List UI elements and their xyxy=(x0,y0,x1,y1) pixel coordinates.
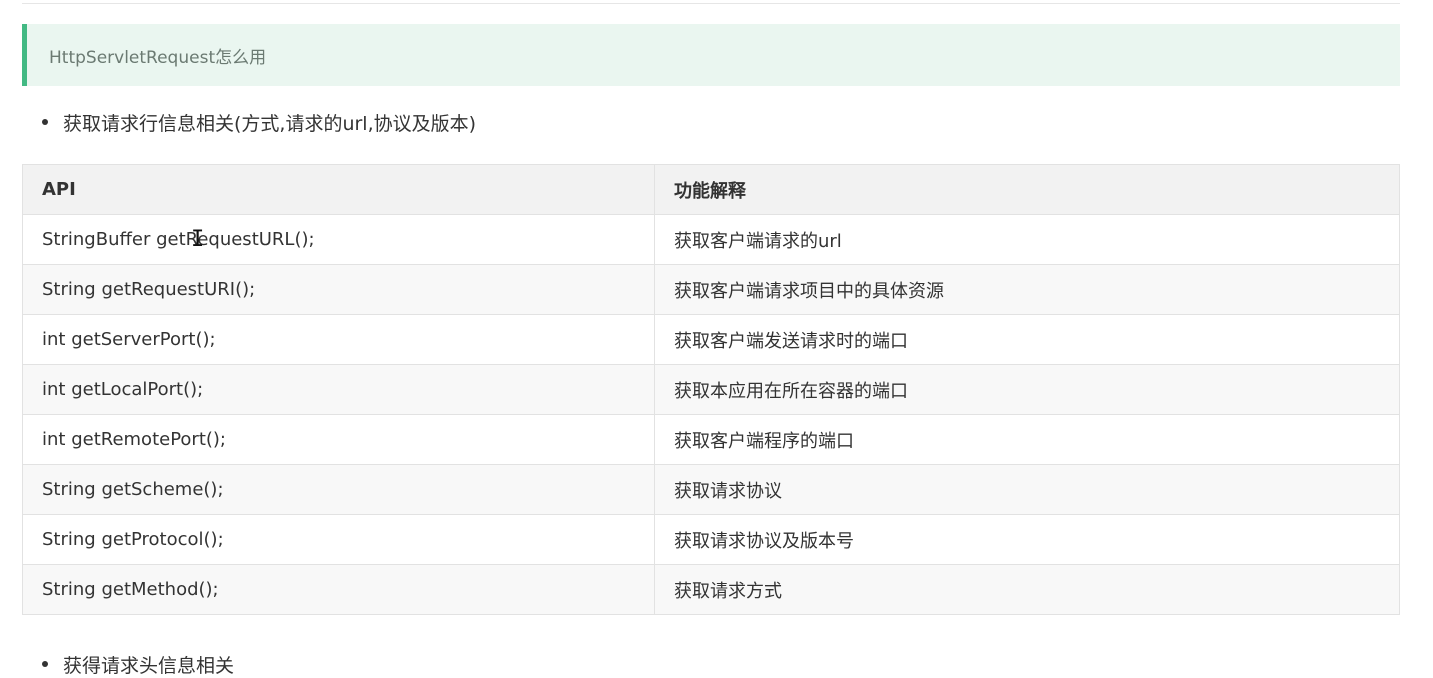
cell-api: int getLocalPort(); xyxy=(22,364,655,415)
header-description: 功能解释 xyxy=(654,164,1400,215)
cell-api: String getScheme(); xyxy=(22,464,655,515)
cell-description: 获取客户端程序的端口 xyxy=(654,414,1400,465)
cell-description: 获取客户端请求的url xyxy=(654,214,1400,265)
cell-api: String getMethod(); xyxy=(22,564,655,615)
cell-api: String getProtocol(); xyxy=(22,514,655,565)
header-api: API xyxy=(22,164,655,215)
api-table: API 功能解释 StringBuffer getRequestURL(); 获… xyxy=(22,164,1400,615)
table-row: StringBuffer getRequestURL(); 获取客户端请求的ur… xyxy=(22,214,1400,265)
bullet-text: 获得请求头信息相关 xyxy=(63,654,235,677)
bullet-item-request-line: 获取请求行信息相关(方式,请求的url,协议及版本) xyxy=(42,108,476,136)
cell-api: String getRequestURI(); xyxy=(22,264,655,315)
table-header-row: API 功能解释 xyxy=(22,164,1400,215)
table-row: int getServerPort(); 获取客户端发送请求时的端口 xyxy=(22,314,1400,365)
bullet-item-request-header: 获得请求头信息相关 xyxy=(42,650,234,678)
cell-description: 获取请求协议及版本号 xyxy=(654,514,1400,565)
table-row: String getRequestURI(); 获取客户端请求项目中的具体资源 xyxy=(22,264,1400,315)
bullet-text: 获取请求行信息相关(方式,请求的url,协议及版本) xyxy=(63,112,477,135)
cell-description: 获取客户端发送请求时的端口 xyxy=(654,314,1400,365)
table-row: int getLocalPort(); 获取本应用在所在容器的端口 xyxy=(22,364,1400,415)
bullet-dot xyxy=(42,661,48,667)
table-row: String getMethod(); 获取请求方式 xyxy=(22,564,1400,615)
table-row: String getProtocol(); 获取请求协议及版本号 xyxy=(22,514,1400,565)
bullet-dot xyxy=(42,119,48,125)
tip-text: HttpServletRequest怎么用 xyxy=(49,47,267,68)
top-divider xyxy=(22,3,1400,4)
cell-api: StringBuffer getRequestURL(); xyxy=(22,214,655,265)
tip-callout: HttpServletRequest怎么用 xyxy=(22,24,1400,86)
cell-description: 获取请求方式 xyxy=(654,564,1400,615)
cell-description: 获取本应用在所在容器的端口 xyxy=(654,364,1400,415)
table-row: int getRemotePort(); 获取客户端程序的端口 xyxy=(22,414,1400,465)
cell-api: int getRemotePort(); xyxy=(22,414,655,465)
cell-api: int getServerPort(); xyxy=(22,314,655,365)
cell-description: 获取请求协议 xyxy=(654,464,1400,515)
cell-description: 获取客户端请求项目中的具体资源 xyxy=(654,264,1400,315)
table-row: String getScheme(); 获取请求协议 xyxy=(22,464,1400,515)
